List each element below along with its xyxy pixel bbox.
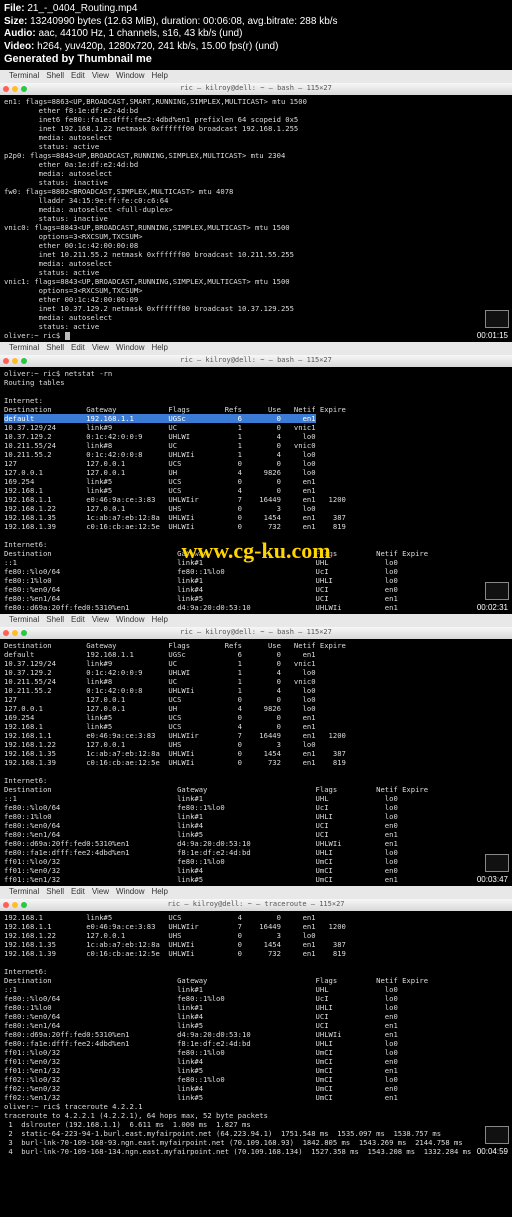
- window-titlebar: ric — kilroy@dell: ~ — bash — 115×27: [0, 627, 512, 639]
- menu-item[interactable]: Terminal: [9, 71, 39, 81]
- menu-item[interactable]: Edit: [71, 71, 85, 81]
- menu-item[interactable]: View: [92, 887, 109, 897]
- menu-item[interactable]: Shell: [46, 343, 64, 353]
- menu-item[interactable]: Help: [151, 71, 167, 81]
- timestamp: 00:01:15: [475, 331, 510, 341]
- mac-menubar: Terminal Shell Edit View Window Help: [0, 886, 512, 899]
- meta-file-label: File:: [4, 3, 25, 14]
- thumbnail-panel-3: Terminal Shell Edit View Window Help ric…: [0, 614, 512, 886]
- video-metadata: File: 21_-_0404_Routing.mp4 Size: 132409…: [0, 0, 512, 70]
- timestamp: 00:02:31: [475, 603, 510, 613]
- menu-item[interactable]: View: [92, 615, 109, 625]
- mac-menubar: Terminal Shell Edit View Window Help: [0, 614, 512, 627]
- menu-item[interactable]: Window: [116, 71, 144, 81]
- zoom-icon[interactable]: [21, 630, 27, 636]
- zoom-icon[interactable]: [21, 86, 27, 92]
- meta-audio: aac, 44100 Hz, 1 channels, s16, 43 kb/s …: [38, 28, 242, 39]
- menu-item[interactable]: View: [92, 343, 109, 353]
- close-icon[interactable]: [3, 358, 9, 364]
- mac-menubar: Terminal Shell Edit View Window Help: [0, 70, 512, 83]
- thumbnail-panel-1: Terminal Shell Edit View Window Help ric…: [0, 70, 512, 342]
- close-icon[interactable]: [3, 86, 9, 92]
- zoom-icon[interactable]: [21, 358, 27, 364]
- thumbnail-panel-4: Terminal Shell Edit View Window Help ric…: [0, 886, 512, 1158]
- menu-item[interactable]: Shell: [46, 887, 64, 897]
- menu-item[interactable]: Help: [151, 887, 167, 897]
- menu-item[interactable]: View: [92, 71, 109, 81]
- thumbnail-overlay-icon: [485, 310, 509, 328]
- menu-item[interactable]: Edit: [71, 887, 85, 897]
- menu-item[interactable]: Shell: [46, 615, 64, 625]
- window-titlebar: ric — kilroy@dell: ~ — bash — 115×27: [0, 83, 512, 95]
- menu-item[interactable]: Terminal: [9, 887, 39, 897]
- meta-file: 21_-_0404_Routing.mp4: [27, 3, 137, 14]
- window-title: ric — kilroy@dell: ~ — bash — 115×27: [180, 356, 332, 365]
- menu-item[interactable]: Terminal: [9, 343, 39, 353]
- menu-item[interactable]: Terminal: [9, 615, 39, 625]
- close-icon[interactable]: [3, 902, 9, 908]
- terminal-output[interactable]: Destination Gateway Flags Refs Use Netif…: [0, 639, 512, 886]
- close-icon[interactable]: [3, 630, 9, 636]
- menu-item[interactable]: Edit: [71, 343, 85, 353]
- thumbnail-panel-2: Terminal Shell Edit View Window Help ric…: [0, 342, 512, 614]
- traffic-lights: [3, 630, 27, 636]
- menu-item[interactable]: Shell: [46, 71, 64, 81]
- meta-size-label: Size:: [4, 16, 27, 27]
- minimize-icon[interactable]: [12, 86, 18, 92]
- window-titlebar: ric — kilroy@dell: ~ — bash — 115×27: [0, 355, 512, 367]
- terminal-output[interactable]: en1: flags=8863<UP,BROADCAST,SMART,RUNNI…: [0, 95, 512, 342]
- window-titlebar: ric — kilroy@dell: ~ — traceroute — 115×…: [0, 899, 512, 911]
- menu-item[interactable]: Window: [116, 615, 144, 625]
- menu-item[interactable]: Edit: [71, 615, 85, 625]
- zoom-icon[interactable]: [21, 902, 27, 908]
- window-title: ric — kilroy@dell: ~ — traceroute — 115×…: [167, 900, 344, 909]
- meta-video-label: Video:: [4, 41, 34, 52]
- meta-audio-label: Audio:: [4, 28, 36, 39]
- cursor-icon: [65, 332, 70, 340]
- meta-generated: Generated by Thumbnail me: [4, 53, 508, 67]
- window-title: ric — kilroy@dell: ~ — bash — 115×27: [180, 84, 332, 93]
- menu-item[interactable]: Window: [116, 343, 144, 353]
- timestamp: 00:04:59: [475, 1147, 510, 1157]
- menu-item[interactable]: Help: [151, 343, 167, 353]
- minimize-icon[interactable]: [12, 902, 18, 908]
- menu-item[interactable]: Help: [151, 615, 167, 625]
- terminal-output[interactable]: 192.168.1 link#5 UCS 4 0 en1 192.168.1.1…: [0, 911, 512, 1158]
- menu-item[interactable]: Window: [116, 887, 144, 897]
- terminal-output[interactable]: oliver:~ ric$ netstat -rn Routing tables…: [0, 367, 512, 614]
- window-title: ric — kilroy@dell: ~ — bash — 115×27: [180, 628, 332, 637]
- minimize-icon[interactable]: [12, 358, 18, 364]
- mac-menubar: Terminal Shell Edit View Window Help: [0, 342, 512, 355]
- traffic-lights: [3, 902, 27, 908]
- meta-video: h264, yuv420p, 1280x720, 241 kb/s, 15.00…: [37, 41, 278, 52]
- traffic-lights: [3, 86, 27, 92]
- thumbnail-overlay-icon: [485, 854, 509, 872]
- meta-size: 13240990 bytes (12.63 MiB), duration: 00…: [30, 16, 337, 27]
- selected-route: default 192.168.1.1 UGSc 6 0 en1: [4, 414, 316, 423]
- timestamp: 00:03:47: [475, 875, 510, 885]
- minimize-icon[interactable]: [12, 630, 18, 636]
- traffic-lights: [3, 358, 27, 364]
- thumbnail-overlay-icon: [485, 582, 509, 600]
- thumbnail-overlay-icon: [485, 1126, 509, 1144]
